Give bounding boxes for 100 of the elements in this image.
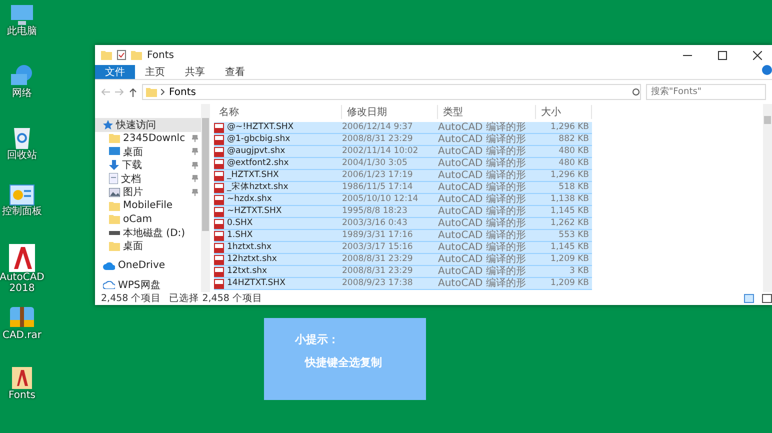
properties-icon[interactable] — [117, 50, 126, 60]
desktop-icon-label[interactable]: AutoCAD 2018 — [0, 272, 44, 294]
up-arrow-icon[interactable] — [129, 88, 137, 96]
file-row[interactable]: @augjpvt.shx 2002/11/14 10:02 AutoCAD 编译的形 480 KB — [214, 146, 592, 158]
thumbnail-view-icon[interactable] — [762, 294, 772, 303]
minimize-icon — [682, 54, 692, 56]
file-size: 480 KB — [558, 158, 590, 169]
file-type: AutoCAD 编译的形 — [438, 134, 527, 145]
sidebar-item[interactable]: WPS网盘 — [95, 278, 201, 292]
computer-icon — [9, 4, 35, 26]
file-type: AutoCAD 编译的形 — [438, 266, 527, 277]
shx-file-icon — [214, 158, 224, 168]
shx-file-icon — [214, 122, 224, 132]
file-type: AutoCAD 编译的形 — [438, 182, 527, 193]
desktop-icon-label[interactable]: 此电脑 — [7, 26, 37, 37]
file-date: 2004/1/30 3:05 — [342, 158, 408, 169]
address-bar[interactable]: Fonts — [142, 84, 641, 100]
column-header[interactable]: 名称 — [214, 105, 342, 119]
pin-icon[interactable] — [192, 148, 198, 156]
file-date: 1995/8/8 18:23 — [342, 206, 408, 217]
file-row[interactable]: _宋体hztxt.shx 1986/11/5 17:14 AutoCAD 编译的形 518 KB — [214, 182, 592, 194]
shx-file-icon — [214, 182, 224, 192]
scrollbar[interactable] — [201, 104, 210, 292]
desktop-icon-label[interactable]: 网络 — [12, 88, 32, 99]
shx-file-icon — [214, 278, 224, 288]
file-row[interactable]: 12hztxt.shx 2008/8/31 23:29 AutoCAD 编译的形 1,209 KB — [214, 254, 592, 266]
file-row[interactable]: 1.SHX 1989/3/31 17:16 AutoCAD 编译的形 553 KB — [214, 230, 592, 242]
file-name: 14HZTXT.SHX — [227, 278, 286, 289]
sidebar-item[interactable]: OneDrive — [95, 259, 201, 272]
ribbon-tab[interactable]: 主页 — [135, 65, 175, 79]
sidebar-item[interactable]: MobileFile — [95, 199, 201, 212]
sidebar-item[interactable]: 桌面 — [95, 145, 201, 158]
pin-icon[interactable] — [192, 162, 198, 169]
document-icon — [109, 173, 118, 184]
file-type: AutoCAD 编译的形 — [438, 230, 527, 241]
file-row[interactable]: @~!HZTXT.SHX 2006/12/14 9:37 AutoCAD 编译的形 1,296 KB — [214, 122, 592, 134]
column-header[interactable]: 大小 — [536, 105, 592, 119]
desktop-icon-label[interactable]: Fonts — [8, 390, 36, 401]
file-name: _HZTXT.SHX — [227, 170, 279, 181]
file-type: AutoCAD 编译的形 — [438, 278, 527, 289]
file-name: 12hztxt.shx — [227, 254, 277, 265]
desktop-icon-label[interactable]: 回收站 — [7, 150, 37, 161]
chevron-icon — [161, 89, 165, 95]
folder-icon — [131, 50, 142, 60]
ribbon-tab[interactable]: 共享 — [175, 65, 215, 79]
file-name: @augjpvt.shx — [227, 146, 286, 157]
sidebar-item[interactable]: 文档 — [95, 172, 201, 186]
folder-icon — [146, 87, 157, 97]
shx-file-icon — [214, 146, 224, 156]
sidebar-item[interactable]: 本地磁盘 (D:) — [95, 226, 201, 240]
column-header[interactable]: 修改日期 — [342, 105, 438, 119]
desktop-icon — [109, 147, 120, 156]
ribbon-tab[interactable]: 文件 — [95, 65, 135, 79]
sidebar-item[interactable]: 下载 — [95, 158, 201, 172]
file-size: 480 KB — [558, 146, 590, 157]
sidebar-item[interactable]: 桌面 — [95, 240, 201, 253]
file-row[interactable]: ~hzdx.shx 2005/10/10 12:14 AutoCAD 编译的形 1,138 KB — [214, 194, 592, 206]
file-size: 1,296 KB — [550, 170, 590, 181]
file-name: @extfont2.shx — [227, 158, 289, 169]
search-field[interactable]: 搜索"Fonts" — [646, 84, 766, 100]
folder-icon — [109, 200, 120, 211]
pin-icon[interactable] — [192, 175, 198, 182]
ribbon-tab[interactable]: 查看 — [215, 65, 255, 79]
folder-icon — [101, 50, 112, 60]
forward-arrow-icon[interactable] — [115, 88, 124, 96]
desktop-icon-label[interactable]: 控制面板 — [2, 206, 42, 217]
file-row[interactable]: 14HZTXT.SHX 2008/9/23 17:38 AutoCAD 编译的形 1,209 KB — [214, 278, 592, 290]
file-type: AutoCAD 编译的形 — [438, 194, 527, 205]
file-size: 518 KB — [558, 182, 590, 193]
breadcrumb[interactable]: Fonts — [169, 86, 196, 98]
scrollbar[interactable] — [763, 104, 772, 292]
shx-file-icon — [214, 218, 224, 228]
details-view-icon[interactable] — [744, 294, 754, 303]
column-header[interactable]: 类型 — [438, 105, 536, 119]
pin-icon[interactable] — [192, 134, 198, 142]
file-size: 1,262 KB — [550, 218, 590, 229]
file-size: 1,138 KB — [550, 194, 590, 205]
file-row[interactable]: 12txt.shx 2008/8/31 23:29 AutoCAD 编译的形 3 KB — [214, 266, 592, 278]
file-name: 0.SHX — [227, 218, 253, 229]
pin-icon[interactable] — [192, 188, 198, 196]
file-row[interactable]: 0.SHX 2003/3/16 0:43 AutoCAD 编译的形 1,262 KB — [214, 218, 592, 230]
sidebar-item[interactable]: oCam — [95, 212, 201, 226]
desktop-icon-label[interactable]: CAD.rar — [2, 330, 42, 341]
file-date: 1986/11/5 17:14 — [342, 182, 414, 193]
sidebar-item[interactable]: 2345Downlc — [95, 132, 201, 145]
file-row[interactable]: 1hztxt.shx 2003/3/17 15:16 AutoCAD 编译的形 1,145 KB — [214, 242, 592, 254]
file-name: 12txt.shx — [227, 266, 268, 277]
back-arrow-icon[interactable] — [101, 88, 110, 96]
file-row[interactable]: @1-gbcbig.shx 2008/8/31 23:29 AutoCAD 编译的形 882 KB — [214, 134, 592, 146]
sidebar-item[interactable]: 图片 — [95, 186, 201, 199]
shx-file-icon — [214, 230, 224, 240]
font-folder-icon — [11, 364, 33, 390]
file-date: 1989/3/31 17:16 — [342, 230, 414, 241]
cloud-icon — [103, 262, 115, 270]
file-row[interactable]: @extfont2.shx 2004/1/30 3:05 AutoCAD 编译的形 480 KB — [214, 158, 592, 170]
file-row[interactable]: ~HZTXT.SHX 1995/8/8 18:23 AutoCAD 编译的形 1,145 KB — [214, 206, 592, 218]
file-row[interactable]: _HZTXT.SHX 2006/1/23 17:19 AutoCAD 编译的形 1,296 KB — [214, 170, 592, 182]
file-size: 1,209 KB — [550, 278, 590, 289]
folder-icon — [109, 214, 120, 224]
sidebar-item[interactable]: 快速访问 — [95, 118, 201, 132]
